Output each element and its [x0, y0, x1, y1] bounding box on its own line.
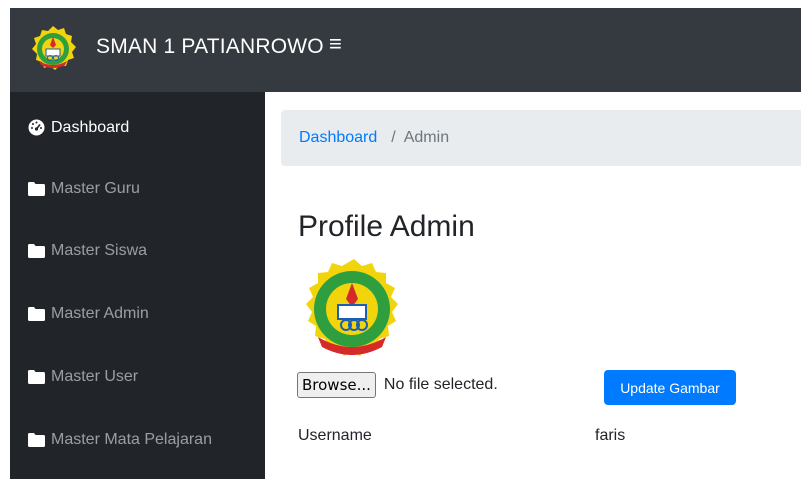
sidebar-item-master-mata-pelajaran[interactable]: Master Mata Pelajaran — [28, 427, 212, 453]
sidebar-item-master-user[interactable]: Master User — [28, 364, 138, 390]
brand-name[interactable]: SMAN 1 PATIANROWO — [96, 35, 324, 59]
sidebar-item-dashboard[interactable]: Dashboard — [28, 115, 129, 141]
username-label: Username — [298, 427, 372, 444]
sidebar-item-label: Master Guru — [51, 180, 140, 197]
profile-picture — [298, 257, 410, 369]
file-status: No file selected. — [383, 376, 498, 393]
sidebar-item-master-siswa[interactable]: Master Siswa — [28, 238, 147, 264]
main-content: Dashboard / Admin Profile Admin Browse..… — [265, 92, 801, 479]
sidebar-item-label: Master Siswa — [51, 242, 148, 259]
browse-button[interactable]: Browse... — [297, 372, 376, 398]
sidebar-item-label: Master User — [51, 368, 139, 385]
page-title: Profile Admin — [298, 210, 475, 243]
sidebar-item-master-admin[interactable]: Master Admin — [28, 301, 149, 327]
school-logo[interactable] — [29, 25, 77, 73]
sidebar-item-label: Master Mata Pelajaran — [51, 431, 212, 448]
sidebar-item-label: Master Admin — [51, 305, 149, 322]
breadcrumb-separator: / — [391, 129, 396, 146]
breadcrumb: Dashboard / Admin — [281, 110, 801, 166]
username-value: faris — [595, 427, 626, 444]
update-gambar-button[interactable]: Update Gambar — [604, 370, 736, 405]
tachometer-icon — [28, 119, 45, 136]
breadcrumb-current: Admin — [403, 129, 450, 146]
file-input[interactable]: Browse... No file selected. — [297, 372, 498, 398]
sidebar-item-master-guru[interactable]: Master Guru — [28, 176, 140, 202]
folder-icon — [28, 433, 45, 447]
folder-icon — [28, 244, 45, 258]
top-navbar: SMAN 1 PATIANROWO ≡ — [10, 8, 801, 92]
sidebar-item-label: Dashboard — [51, 119, 130, 136]
sidebar: Dashboard Master Guru Master Siswa Maste… — [10, 92, 265, 479]
folder-icon — [28, 307, 45, 321]
breadcrumb-link-dashboard[interactable]: Dashboard — [299, 129, 377, 147]
folder-icon — [28, 370, 45, 384]
folder-icon — [28, 182, 45, 196]
hamburger-icon[interactable]: ≡ — [329, 33, 342, 55]
